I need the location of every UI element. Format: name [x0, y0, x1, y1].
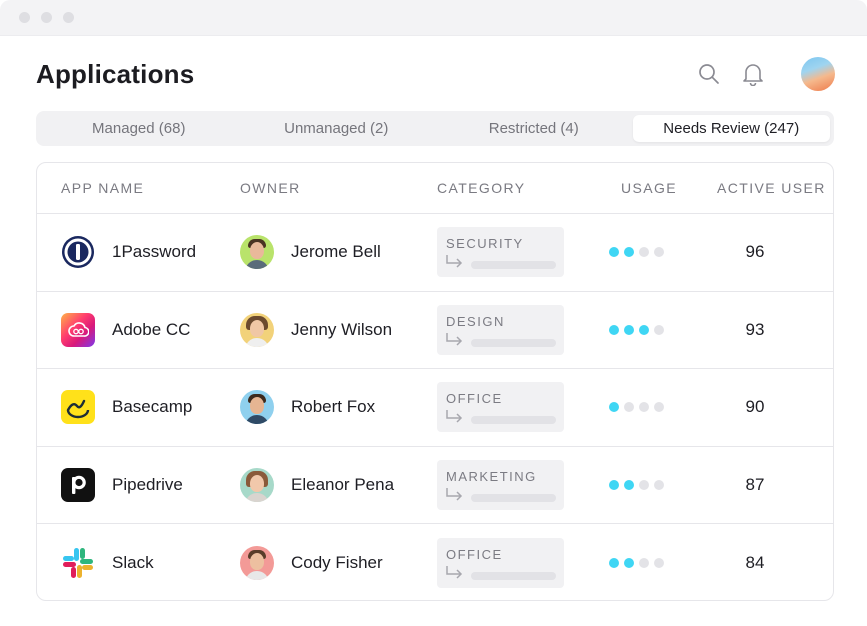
usage-dot-filled	[624, 324, 634, 335]
app-name: Pipedrive	[112, 474, 183, 494]
user-avatar[interactable]	[801, 57, 835, 91]
usage-dot-empty	[654, 247, 664, 258]
table-row[interactable]: Slack Cody Fisher OFFICE 84	[37, 524, 833, 600]
usage-dot-empty	[639, 557, 649, 568]
app-name: Adobe CC	[112, 319, 191, 339]
search-icon[interactable]	[697, 62, 721, 86]
app-name: 1Password	[112, 242, 197, 262]
avatar	[240, 235, 274, 270]
window-close-control[interactable]	[19, 12, 30, 23]
category-placeholder-bar	[471, 338, 556, 347]
avatar	[240, 312, 274, 347]
owner-name: Cody Fisher	[291, 552, 383, 572]
subdirectory-arrow-icon	[446, 332, 463, 346]
column-header-usage[interactable]: USAGE	[573, 180, 681, 196]
page-header: Applications	[36, 52, 835, 96]
column-header-owner[interactable]: OWNER	[215, 180, 413, 196]
usage-dot-filled	[609, 402, 619, 413]
avatar	[240, 390, 274, 425]
slack-logo-icon	[61, 546, 95, 580]
tab-restricted[interactable]: Restricted (4)	[435, 115, 633, 142]
tab-needs-review[interactable]: Needs Review (247)	[632, 115, 830, 142]
category-chip: OFFICE	[437, 382, 564, 433]
category-chip: MARKETING	[437, 459, 564, 510]
category-chip: DESIGN	[437, 304, 564, 355]
usage-dot-filled	[624, 247, 634, 258]
usage-dot-filled	[639, 324, 649, 335]
usage-dot-filled	[609, 557, 619, 568]
owner-name: Robert Fox	[291, 397, 376, 417]
usage-dot-empty	[654, 402, 664, 413]
usage-dot-empty	[624, 402, 634, 413]
category-placeholder-bar	[471, 493, 556, 502]
owner-name: Eleanor Pena	[291, 474, 395, 494]
1password-logo-icon	[61, 235, 95, 269]
usage-dot-empty	[639, 402, 649, 413]
usage-dot-filled	[624, 479, 634, 490]
table-row[interactable]: Adobe CC Jenny Wilson DESIGN 93	[37, 292, 833, 369]
table-row[interactable]: Basecamp Robert Fox OFFICE 90	[37, 369, 833, 447]
category-chip: SECURITY	[437, 227, 564, 278]
usage-dot-empty	[654, 479, 664, 490]
active-user-count: 93	[745, 319, 765, 339]
subdirectory-arrow-icon	[446, 410, 463, 423]
category-label: MARKETING	[446, 468, 537, 484]
app-window: Applications Managed (68) Unmanaged (2) …	[0, 0, 867, 626]
title-bar	[0, 0, 867, 36]
table-row[interactable]: Pipedrive Eleanor Pena MARKETING 87	[37, 447, 833, 524]
tab-bar: Managed (68) Unmanaged (2) Restricted (4…	[36, 111, 834, 146]
avatar	[240, 467, 274, 502]
owner-name: Jenny Wilson	[291, 319, 393, 339]
column-header-app-name[interactable]: APP NAME	[37, 180, 215, 196]
usage-indicator	[609, 557, 664, 568]
category-label: OFFICE	[446, 391, 503, 407]
column-header-category[interactable]: CATEGORY	[413, 180, 573, 196]
applications-table: APP NAME OWNER CATEGORY USAGE ACTIVE USE…	[36, 162, 834, 601]
usage-dot-empty	[639, 247, 649, 258]
tab-unmanaged[interactable]: Unmanaged (2)	[238, 115, 436, 142]
owner-name: Jerome Bell	[291, 242, 381, 262]
usage-dot-empty	[654, 557, 664, 568]
window-minimize-control[interactable]	[41, 12, 52, 23]
subdirectory-arrow-icon	[446, 255, 463, 268]
subdirectory-arrow-icon	[446, 487, 463, 501]
category-label: OFFICE	[446, 546, 503, 562]
category-label: DESIGN	[446, 313, 505, 329]
category-label: SECURITY	[446, 236, 524, 252]
pipedrive-logo-icon	[61, 467, 95, 502]
window-maximize-control[interactable]	[63, 12, 74, 23]
app-name: Basecamp	[112, 397, 193, 417]
adobe-cc-logo-icon	[61, 312, 95, 347]
category-placeholder-bar	[471, 261, 556, 270]
usage-indicator	[609, 402, 664, 413]
basecamp-logo-icon	[61, 390, 95, 425]
active-user-count: 87	[745, 474, 765, 494]
usage-indicator	[609, 324, 664, 335]
active-user-count: 96	[745, 242, 765, 262]
header-actions	[697, 57, 835, 91]
app-name: Slack	[112, 552, 154, 572]
table-header: APP NAME OWNER CATEGORY USAGE ACTIVE USE…	[37, 163, 833, 214]
category-placeholder-bar	[471, 416, 556, 425]
bell-icon[interactable]	[741, 62, 765, 86]
category-placeholder-bar	[471, 571, 556, 580]
tab-managed[interactable]: Managed (68)	[40, 115, 238, 142]
usage-indicator	[609, 479, 664, 490]
usage-dot-filled	[609, 479, 619, 490]
column-header-active-user[interactable]: ACTIVE USER	[681, 180, 833, 196]
category-chip: OFFICE	[437, 537, 564, 588]
usage-indicator	[609, 247, 664, 258]
usage-dot-filled	[609, 247, 619, 258]
usage-dot-empty	[639, 479, 649, 490]
usage-dot-empty	[654, 324, 664, 335]
page-title: Applications	[36, 58, 195, 89]
active-user-count: 84	[745, 552, 765, 572]
usage-dot-filled	[609, 324, 619, 335]
usage-dot-filled	[624, 557, 634, 568]
avatar	[240, 545, 274, 580]
subdirectory-arrow-icon	[446, 565, 463, 579]
table-row[interactable]: 1Password Jerome Bell SECURITY 96	[37, 214, 833, 292]
active-user-count: 90	[745, 397, 765, 417]
